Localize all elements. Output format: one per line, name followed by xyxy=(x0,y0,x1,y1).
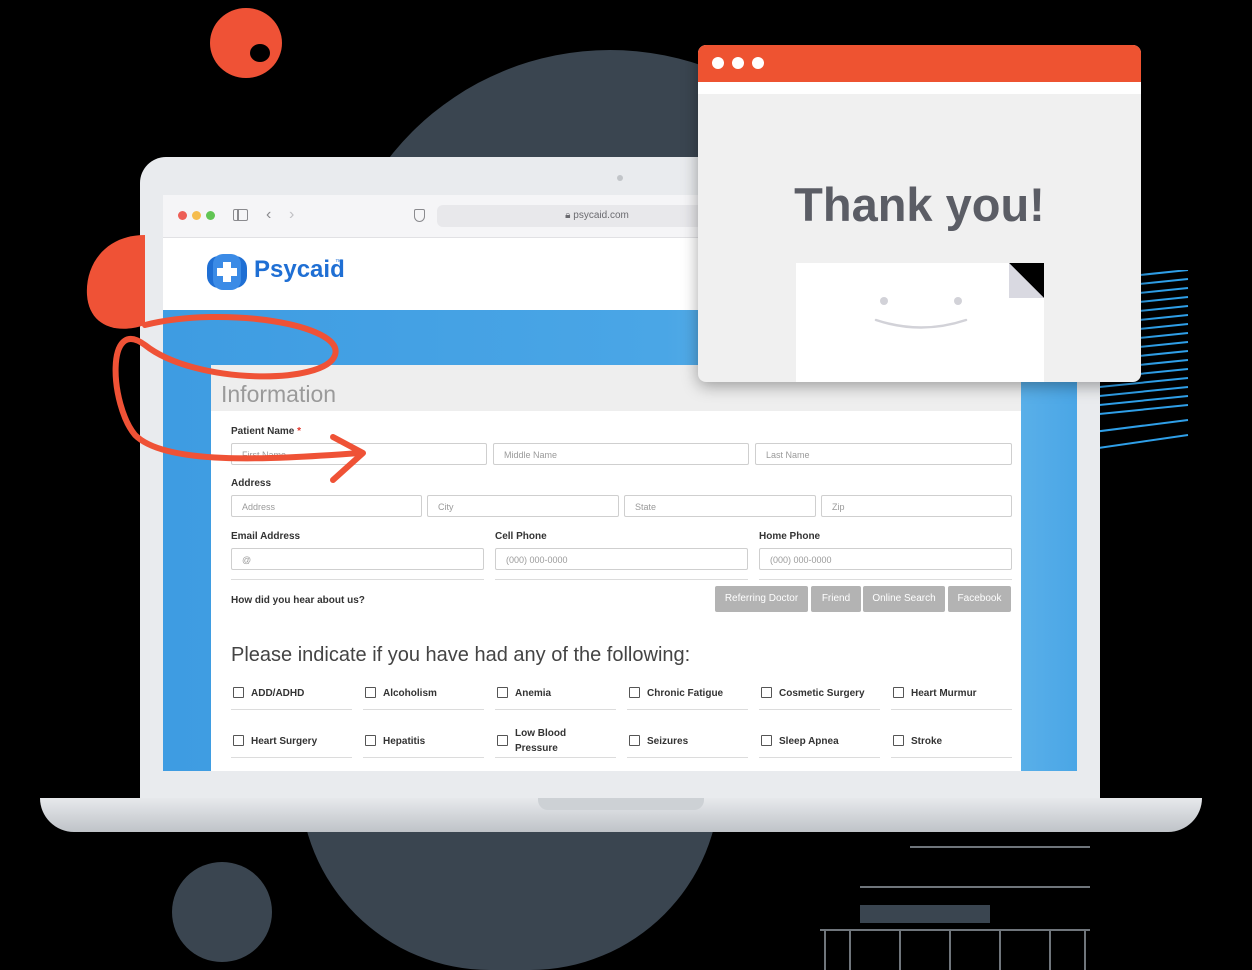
middle-name-input[interactable]: Middle Name xyxy=(493,443,749,465)
condition-checkbox-item[interactable]: ADD/ADHD xyxy=(231,679,352,710)
smile-face-icon xyxy=(874,297,968,329)
checkbox[interactable] xyxy=(365,687,376,698)
paper-corner-fold xyxy=(1009,263,1044,298)
forward-arrow-icon[interactable]: › xyxy=(289,206,294,224)
condition-checkbox-item[interactable]: Alcoholism xyxy=(363,679,484,710)
condition-checkbox-item[interactable]: Hepatitis xyxy=(363,727,484,758)
decorative-orange-circle-hole xyxy=(250,44,270,62)
laptop-camera xyxy=(617,175,623,181)
condition-checkbox-item[interactable]: Anemia xyxy=(495,679,616,710)
state-input[interactable]: State xyxy=(624,495,816,517)
condition-checkbox-item[interactable]: Low Blood Pressure xyxy=(495,727,616,758)
home-phone-input[interactable]: (000) 000-0000 xyxy=(759,548,1012,570)
divider xyxy=(231,579,484,580)
referral-source-label: How did you hear about us? xyxy=(231,595,365,606)
checkbox[interactable] xyxy=(365,735,376,746)
condition-checkbox-item[interactable]: Cosmetic Surgery xyxy=(759,679,880,710)
privacy-shield-icon[interactable] xyxy=(414,209,425,222)
condition-checkbox-item[interactable]: Stroke xyxy=(891,727,1012,758)
checkbox[interactable] xyxy=(629,687,640,698)
decorative-gray-pattern xyxy=(820,846,1090,970)
checkbox[interactable] xyxy=(233,687,244,698)
conditions-title: Please indicate if you have had any of t… xyxy=(231,644,691,666)
checkbox[interactable] xyxy=(893,735,904,746)
popup-dot-icon xyxy=(732,57,744,69)
popup-toolbar-strip xyxy=(698,82,1141,94)
close-window-button[interactable] xyxy=(178,211,187,220)
maximize-window-button[interactable] xyxy=(206,211,215,220)
laptop-notch xyxy=(538,798,704,810)
condition-checkbox-item[interactable]: Heart Surgery xyxy=(231,727,352,758)
home-phone-label: Home Phone xyxy=(759,531,821,542)
popup-dot-icon xyxy=(712,57,724,69)
decorative-orange-circle xyxy=(210,8,282,78)
sidebar-toggle-icon[interactable] xyxy=(233,209,248,221)
background-small-circle xyxy=(172,862,272,962)
condition-checkbox-item[interactable]: Sleep Apnea xyxy=(759,727,880,758)
checkbox[interactable] xyxy=(629,735,640,746)
divider xyxy=(495,579,748,580)
minimize-window-button[interactable] xyxy=(192,211,201,220)
decorative-swirl-arrow xyxy=(86,235,366,483)
email-input[interactable]: @ xyxy=(231,548,484,570)
source-facebook-button[interactable]: Facebook xyxy=(948,586,1011,612)
back-arrow-icon[interactable]: ‹ xyxy=(266,206,271,224)
condition-checkbox-item[interactable]: Heart Murmur xyxy=(891,679,1012,710)
condition-checkbox-item[interactable]: Seizures xyxy=(627,727,748,758)
checkbox[interactable] xyxy=(497,735,508,746)
city-input[interactable]: City xyxy=(427,495,619,517)
source-referring-doctor-button[interactable]: Referring Doctor xyxy=(715,586,808,612)
source-friend-button[interactable]: Friend xyxy=(811,586,861,612)
divider xyxy=(759,579,1012,580)
popup-title-bar xyxy=(698,45,1141,82)
checkbox[interactable] xyxy=(761,735,772,746)
address-input[interactable]: Address xyxy=(231,495,422,517)
cell-phone-input[interactable]: (000) 000-0000 xyxy=(495,548,748,570)
checkbox[interactable] xyxy=(893,687,904,698)
source-online-search-button[interactable]: Online Search xyxy=(863,586,945,612)
popup-dot-icon xyxy=(752,57,764,69)
email-label: Email Address xyxy=(231,531,301,542)
thank-you-popup: Thank you! xyxy=(698,45,1141,382)
checkbox[interactable] xyxy=(761,687,772,698)
zip-input[interactable]: Zip xyxy=(821,495,1012,517)
thank-you-message: Thank you! xyxy=(794,178,1045,231)
last-name-input[interactable]: Last Name xyxy=(755,443,1012,465)
checkbox[interactable] xyxy=(497,687,508,698)
smiley-paper-illustration xyxy=(796,263,1044,382)
condition-checkbox-item[interactable]: Chronic Fatigue xyxy=(627,679,748,710)
checkbox[interactable] xyxy=(233,735,244,746)
cell-phone-label: Cell Phone xyxy=(495,531,547,542)
